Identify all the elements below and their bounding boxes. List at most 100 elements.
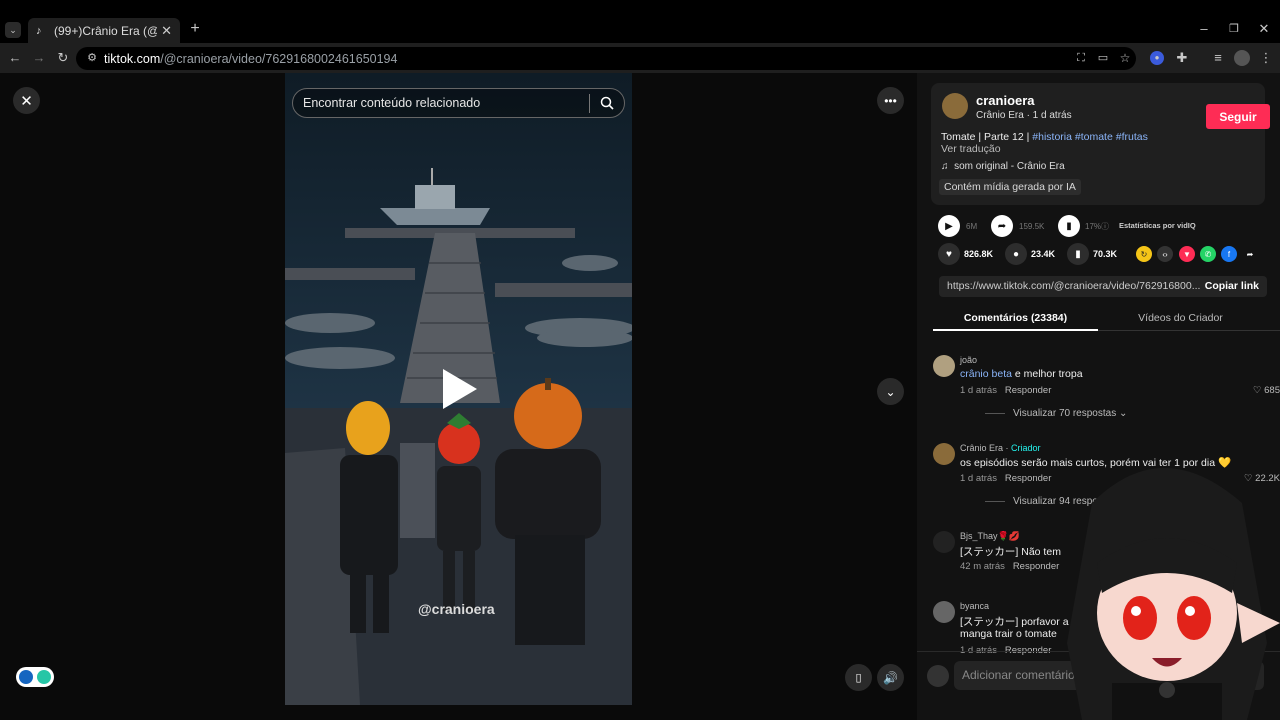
streamer-avatar-overlay (1067, 468, 1280, 720)
view-replies-label: Visualizar 70 respostas (1013, 408, 1117, 419)
install-app-icon[interactable]: ▭ (1095, 51, 1111, 65)
info-icon[interactable]: ⓘ (1101, 221, 1109, 232)
comment-count: 23.4K (1031, 249, 1056, 259)
tab-close-icon[interactable]: ✕ (161, 23, 172, 39)
more-share-arrow-icon[interactable]: ➦ (1242, 246, 1258, 262)
bookmark-star-icon[interactable]: ☆ (1117, 51, 1133, 65)
creator-badge: Criador (1011, 443, 1041, 453)
repost-icon[interactable]: ↻ (1136, 246, 1152, 262)
extension-logo-icon (19, 670, 33, 684)
tab-search-chevron-icon[interactable]: ⌄ (5, 22, 21, 38)
heart-outline-icon: ♡ (1252, 385, 1262, 396)
comment-time: 1 d atrás (960, 385, 997, 396)
bar-chart-icon[interactable]: ▮ (1058, 215, 1080, 237)
music-note-icon: ♫ (941, 161, 949, 172)
facebook-icon[interactable]: f (1221, 246, 1237, 262)
caption-hashtags[interactable]: #historia #tomate #frutas (1032, 131, 1148, 143)
address-bar[interactable]: ⚙ tiktok.com/@cranioera/video/7629168002… (76, 47, 1136, 70)
whatsapp-icon[interactable]: ✆ (1200, 246, 1216, 262)
comment-item: joão crânio beta e melhor tropa 1 d atrá… (933, 355, 1280, 425)
play-count: 6M (966, 222, 978, 231)
panel-tabs: Comentários (23384) Vídeos do Criador (933, 307, 1280, 331)
comment-username[interactable]: byanca (960, 601, 989, 611)
reply-button[interactable]: Responder (1005, 473, 1051, 484)
sound-link[interactable]: ♫ som original - Crânio Era (941, 161, 1065, 172)
tiktok-favicon-icon: ♪ (36, 24, 42, 37)
comment-username[interactable]: joão (960, 355, 977, 365)
browser-menu-icon[interactable]: ⋮ (1258, 51, 1274, 65)
commenter-avatar[interactable] (933, 443, 955, 465)
site-info-icon[interactable]: ⚙ (84, 51, 100, 65)
power-icon[interactable] (37, 670, 51, 684)
commenter-avatar[interactable] (933, 601, 955, 623)
extensions-puzzle-icon[interactable]: ✚ (1174, 51, 1190, 65)
comment-username-line[interactable]: Crânio Era · Criador (960, 443, 1041, 453)
share-arrow-icon[interactable]: ➦ (991, 215, 1013, 237)
tab-title: (99+)Crânio Era (@cranioera) | (54, 23, 157, 38)
restore-icon[interactable]: ❐ (1226, 22, 1242, 36)
creator-card: cranioera Crânio Era · 1 d atrás Seguir … (931, 83, 1270, 205)
back-icon[interactable]: ← (7, 51, 23, 65)
new-tab-icon[interactable]: + (187, 21, 203, 37)
video-player[interactable]: @cranioera (285, 73, 632, 705)
comment-likes[interactable]: ♡ 685 (1253, 385, 1280, 396)
share-count: 159.5K (1019, 222, 1045, 231)
embed-icon[interactable]: ‹› (1157, 246, 1173, 262)
tab-creator-videos[interactable]: Vídeos do Criador (1098, 307, 1263, 331)
minimize-icon[interactable]: – (1196, 22, 1212, 36)
save-count: 70.3K (1093, 249, 1118, 259)
video-caption: Tomate | Parte 12 | #historia #tomate #f… (941, 131, 1148, 143)
play-icon[interactable] (443, 369, 477, 409)
comment-username[interactable]: Bjs_Thay🌹💋 (960, 531, 1020, 542)
stat-percent: 17% (1085, 222, 1102, 231)
follow-button[interactable]: Seguir (1206, 104, 1270, 129)
chevron-down-icon: ⌄ (1118, 408, 1128, 419)
comment-meta: 42 m atrás Responder (960, 561, 1059, 572)
browser-tab[interactable]: ♪ (99+)Crânio Era (@cranioera) | ✕ (28, 18, 180, 43)
translate-icon[interactable]: ⛶ (1073, 51, 1089, 65)
caption-title: Tomate | Parte 12 | (941, 131, 1030, 143)
commenter-avatar[interactable] (933, 355, 955, 377)
extension-widget[interactable] (16, 667, 54, 687)
creator-avatar[interactable] (942, 93, 968, 119)
creator-username[interactable]: cranioera (976, 93, 1035, 108)
comment-text-line2: manga trair o tomate (960, 628, 1057, 640)
comment-mention[interactable]: crânio beta (960, 368, 1012, 380)
search-icon[interactable] (600, 96, 614, 110)
forward-icon[interactable]: → (31, 51, 47, 65)
search-divider (589, 94, 590, 113)
commenter-avatar[interactable] (933, 531, 955, 553)
send-icon[interactable]: ▼ (1179, 246, 1195, 262)
ai-content-label: Contém mídia gerada por IA (939, 179, 1081, 195)
floating-player-icon[interactable]: ▯ (845, 664, 872, 691)
see-translation-link[interactable]: Ver tradução (941, 143, 1001, 155)
reply-button[interactable]: Responder (1005, 385, 1051, 396)
copy-link-button[interactable]: Copiar link (1205, 280, 1259, 292)
reload-icon[interactable]: ↻ (55, 51, 71, 65)
related-content-search[interactable]: Encontrar conteúdo relacionado (292, 88, 625, 118)
bookmark-icon[interactable]: ▮ (1067, 243, 1089, 265)
comment-time: 42 m atrás (960, 561, 1005, 572)
tab-comments[interactable]: Comentários (23384) (933, 307, 1098, 331)
like-heart-icon[interactable]: ♥ (938, 243, 960, 265)
volume-icon[interactable]: 🔊 (877, 664, 904, 691)
sound-name: som original - Crânio Era (954, 161, 1065, 172)
browser-tab-bar: ⌄ ♪ (99+)Crânio Era (@cranioera) | ✕ + –… (0, 0, 1280, 43)
browser-toolbar: ← → ↻ ⚙ tiktok.com/@cranioera/video/7629… (0, 43, 1280, 73)
extension-icon[interactable]: ● (1150, 51, 1164, 65)
comment-time: 1 d atrás (960, 473, 997, 484)
next-video-chevron-down-icon[interactable]: ⌄ (877, 378, 904, 405)
view-replies-button[interactable]: Visualizar 70 respostas ⌄ (985, 408, 1127, 419)
media-controls-icon[interactable]: ≡ (1210, 51, 1226, 65)
video-stage: ✕ @cranioera Encontrar conteúdo relacion… (0, 73, 917, 720)
close-video-icon[interactable]: ✕ (13, 87, 40, 114)
url-host: tiktok.com (104, 51, 161, 66)
window-close-icon[interactable]: ✕ (1256, 22, 1272, 36)
comment-username: Crânio Era (960, 443, 1004, 453)
comment-meta: 1 d atrás Responder (960, 473, 1051, 484)
more-options-icon[interactable]: ••• (877, 87, 904, 114)
video-link-box: https://www.tiktok.com/@cranioera/video/… (939, 276, 1267, 297)
creator-subline: Crânio Era · 1 d atrás (976, 110, 1072, 121)
profile-avatar[interactable] (1234, 50, 1250, 66)
comment-icon[interactable]: ● (1005, 243, 1027, 265)
